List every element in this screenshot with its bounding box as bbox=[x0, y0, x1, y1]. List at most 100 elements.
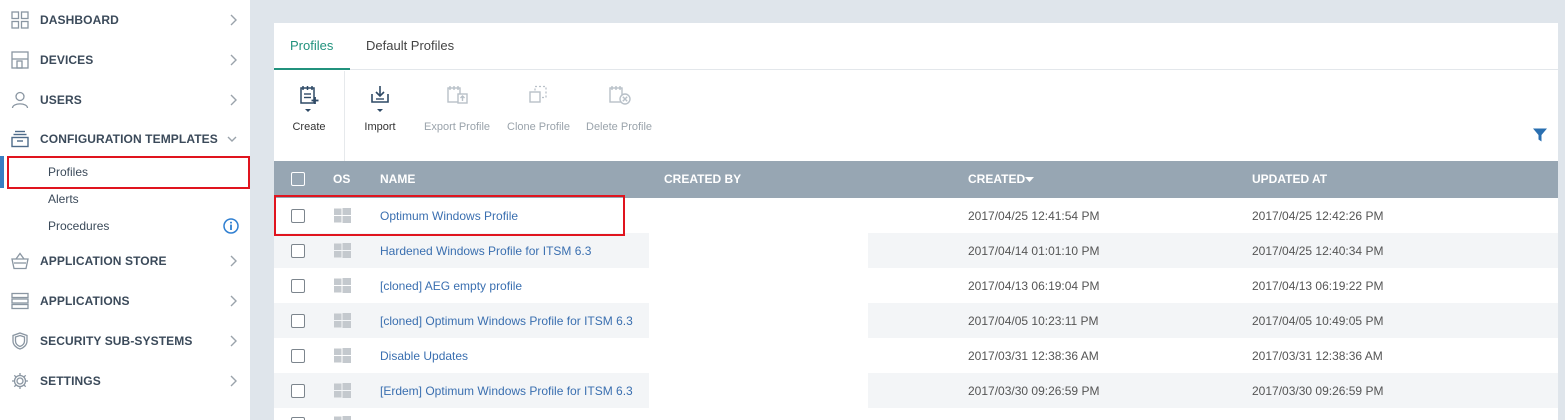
created-cell: 2017/04/14 01:01:10 PM bbox=[968, 244, 1100, 258]
nav-item-security-sub-systems[interactable]: SECURITY SUB-SYSTEMS bbox=[0, 321, 250, 361]
column-header-created-by[interactable]: CREATED BY bbox=[664, 172, 741, 186]
tab-profiles[interactable]: Profiles bbox=[290, 38, 333, 53]
chevron-right-icon bbox=[230, 335, 237, 347]
toolbar: Create Import Export Profile Clone Profi… bbox=[274, 71, 1558, 161]
create-button[interactable]: Create bbox=[291, 85, 327, 133]
chevron-right-icon bbox=[230, 54, 237, 66]
info-icon[interactable] bbox=[223, 218, 239, 234]
profile-name-link[interactable]: Hardened Windows Profile for ITSM 6.3 bbox=[380, 244, 591, 258]
nav-label: APPLICATION STORE bbox=[40, 254, 167, 268]
updated-at-cell: 2017/04/25 12:40:34 PM bbox=[1252, 244, 1384, 258]
table-row-partial bbox=[274, 408, 1558, 420]
profile-name-link[interactable]: [Erdem] Optimum Windows Profile for ITSM… bbox=[380, 384, 633, 398]
sidebar-subitem-label: Alerts bbox=[48, 192, 79, 206]
row-checkbox[interactable] bbox=[291, 349, 305, 363]
delete-profile-icon bbox=[609, 86, 631, 105]
chevron-right-icon bbox=[230, 295, 237, 307]
nav-label: SETTINGS bbox=[40, 374, 101, 388]
row-checkbox[interactable] bbox=[291, 279, 305, 293]
chevron-right-icon bbox=[230, 375, 237, 387]
shield-icon bbox=[10, 331, 30, 351]
table-row[interactable]: Disable Updates 2017/03/31 12:38:36 AM 2… bbox=[274, 338, 1558, 373]
profile-name-link[interactable]: Disable Updates bbox=[380, 349, 468, 363]
nav-item-applications[interactable]: APPLICATIONS bbox=[0, 281, 250, 321]
nav-item-devices[interactable]: DEVICES bbox=[0, 40, 250, 80]
table-row[interactable]: Hardened Windows Profile for ITSM 6.3 20… bbox=[274, 233, 1558, 268]
nav-item-users[interactable]: USERS bbox=[0, 80, 250, 120]
profiles-panel: Profiles Default Profiles Create Import … bbox=[274, 23, 1558, 420]
profile-name-link[interactable]: Optimum Windows Profile bbox=[380, 209, 518, 223]
dashboard-icon bbox=[10, 10, 30, 30]
devices-icon bbox=[10, 50, 30, 70]
clone-profile-button-label: Clone Profile bbox=[507, 121, 570, 133]
column-header-updated-at[interactable]: UPDATED AT bbox=[1252, 172, 1327, 186]
created-cell: 2017/04/05 10:23:11 PM bbox=[968, 314, 1099, 328]
import-icon bbox=[371, 86, 389, 112]
column-header-os[interactable]: OS bbox=[333, 172, 350, 186]
windows-icon bbox=[334, 348, 351, 363]
filter-icon[interactable] bbox=[1532, 127, 1548, 143]
create-button-label: Create bbox=[292, 121, 326, 133]
delete-profile-button[interactable]: Delete Profile bbox=[586, 85, 652, 133]
created-cell: 2017/03/31 12:38:36 AM bbox=[968, 349, 1099, 363]
tab-bar: Profiles Default Profiles bbox=[274, 23, 1558, 70]
gear-icon bbox=[10, 371, 30, 391]
updated-at-cell: 2017/04/13 06:19:22 PM bbox=[1252, 279, 1384, 293]
created-cell: 2017/04/13 06:19:04 PM bbox=[968, 279, 1100, 293]
updated-at-cell: 2017/04/05 10:49:05 PM bbox=[1252, 314, 1384, 328]
export-profile-button-label: Export Profile bbox=[424, 121, 491, 133]
row-checkbox[interactable] bbox=[291, 209, 305, 223]
toolbar-divider bbox=[344, 71, 345, 161]
user-icon bbox=[10, 90, 30, 110]
active-tab-underline bbox=[274, 68, 350, 70]
table-row[interactable]: [cloned] AEG empty profile 2017/04/13 06… bbox=[274, 268, 1558, 303]
column-header-name[interactable]: NAME bbox=[380, 172, 415, 186]
row-checkbox[interactable] bbox=[291, 244, 305, 258]
row-checkbox[interactable] bbox=[291, 314, 305, 328]
tab-default-profiles[interactable]: Default Profiles bbox=[366, 38, 454, 53]
updated-at-cell: 2017/03/30 09:26:59 PM bbox=[1252, 384, 1384, 398]
table-row[interactable]: Optimum Windows Profile 2017/04/25 12:41… bbox=[274, 198, 1558, 233]
clone-profile-button[interactable]: Clone Profile bbox=[507, 85, 570, 133]
nav-label: USERS bbox=[40, 93, 82, 107]
chevron-right-icon bbox=[230, 14, 237, 26]
configuration-templates-icon bbox=[10, 129, 30, 149]
basket-icon bbox=[10, 251, 30, 271]
windows-icon bbox=[334, 416, 351, 420]
windows-icon bbox=[334, 278, 351, 293]
table-header: OS NAME CREATED BY CREATED UPDATED AT bbox=[274, 161, 1558, 198]
created-cell: 2017/04/25 12:41:54 PM bbox=[968, 209, 1100, 223]
sidebar-subitem-label: Profiles bbox=[48, 165, 89, 179]
windows-icon bbox=[334, 383, 351, 398]
profile-name-link[interactable]: [cloned] Optimum Windows Profile for ITS… bbox=[380, 314, 633, 328]
column-header-created[interactable]: CREATED bbox=[968, 172, 1025, 186]
windows-icon bbox=[334, 243, 351, 258]
row-checkbox[interactable] bbox=[291, 384, 305, 398]
sort-desc-icon[interactable] bbox=[1025, 177, 1034, 183]
nav-item-application-store[interactable]: APPLICATION STORE bbox=[0, 241, 250, 281]
nav-item-configuration-templates[interactable]: CONFIGURATION TEMPLATES bbox=[0, 119, 250, 159]
windows-icon bbox=[334, 208, 351, 223]
table-row[interactable]: [Erdem] Optimum Windows Profile for ITSM… bbox=[274, 373, 1558, 408]
sidebar-subitem-procedures[interactable]: Procedures bbox=[0, 212, 250, 239]
table-row[interactable]: [cloned] Optimum Windows Profile for ITS… bbox=[274, 303, 1558, 338]
export-profile-icon bbox=[447, 86, 468, 104]
applications-icon bbox=[10, 291, 30, 311]
create-profile-icon bbox=[300, 86, 319, 112]
clone-profile-icon bbox=[529, 85, 547, 103]
delete-profile-button-label: Delete Profile bbox=[586, 121, 653, 133]
sidebar: DASHBOARD DEVICES USERS CONFIGURATION TE… bbox=[0, 0, 250, 420]
nav-item-dashboard[interactable]: DASHBOARD bbox=[0, 0, 250, 40]
sidebar-subitem-alerts[interactable]: Alerts bbox=[0, 185, 250, 212]
nav-item-settings[interactable]: SETTINGS bbox=[0, 361, 250, 401]
windows-icon bbox=[334, 313, 351, 328]
export-profile-button[interactable]: Export Profile bbox=[424, 85, 490, 133]
import-button[interactable]: Import bbox=[362, 85, 398, 133]
nav-label: SECURITY SUB-SYSTEMS bbox=[40, 334, 193, 348]
import-button-label: Import bbox=[364, 121, 396, 133]
nav-label: DEVICES bbox=[40, 53, 94, 67]
sidebar-subitem-profiles[interactable]: Profiles bbox=[0, 158, 250, 185]
sidebar-subitem-label: Procedures bbox=[48, 219, 110, 233]
profile-name-link[interactable]: [cloned] AEG empty profile bbox=[380, 279, 522, 293]
select-all-checkbox[interactable] bbox=[291, 172, 305, 186]
